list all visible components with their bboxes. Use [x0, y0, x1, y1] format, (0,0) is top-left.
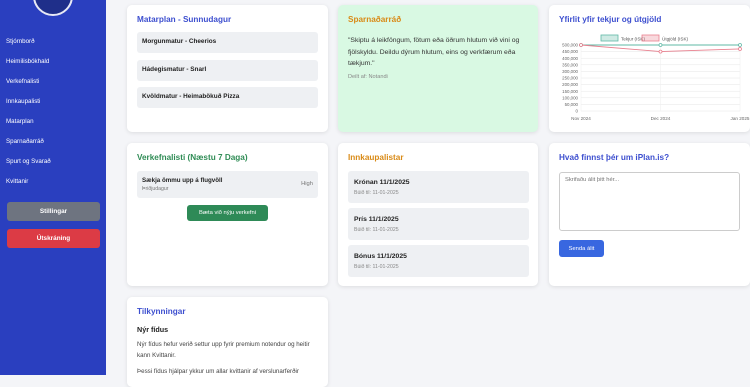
data-point — [738, 43, 742, 47]
shopping-lists-card: Innkaupalistar Krónan 11/1/2025 Búið til… — [338, 143, 538, 286]
send-feedback-button[interactable]: Senda álit — [559, 240, 604, 257]
income-expense-title: Yfirlit yfir tekjur og útgjöld — [559, 15, 662, 24]
feedback-input[interactable] — [559, 172, 740, 231]
sidebar-item-kvittanir[interactable]: Kvittanir — [6, 172, 51, 192]
data-point — [738, 47, 742, 51]
savings-tip-quote: "Skiptu á leikföngum, fötum eða öðrum hl… — [348, 37, 520, 67]
legend-swatch — [641, 34, 660, 42]
sidebar-item-spurt-og-svarad[interactable]: Spurt og Svarað — [6, 152, 51, 172]
meal-plan-title: Matarplan - Sunnudagur — [137, 15, 232, 24]
task-list-title: Verkefnalisti (Næstu 7 Daga) — [137, 153, 248, 162]
meal-item-breakfast: Morgunmatur - Cheerios — [137, 32, 318, 53]
savings-tip-title: Sparnaðarráð — [348, 15, 402, 24]
task-item-title: Sækja ömmu upp á flugvöll — [142, 177, 223, 184]
sidebar: Stjórnborð Heimilisbókhald Verkefnalisti… — [0, 0, 106, 375]
task-item[interactable]: Sækja ömmu upp á flugvöll Þriðjudagur Hi… — [137, 171, 318, 198]
shopping-list-item[interactable]: Prís 11/1/2025 Búið til: 11-01-2025 — [348, 208, 529, 240]
savings-tip-shared-by: Deilt af: Notandi — [348, 74, 388, 80]
income-expense-card: Yfirlit yfir tekjur og útgjöld Tekjur (I… — [549, 5, 750, 132]
y-tick-label: 250,000 — [562, 76, 578, 81]
task-list-card: Verkefnalisti (Næstu 7 Daga) Sækja ömmu … — [127, 143, 328, 286]
y-tick-label: 100,000 — [562, 95, 578, 100]
data-point — [658, 49, 663, 54]
feedback-card: Hvað finnst þér um iPlan.is? Senda álit — [549, 143, 750, 286]
x-tick-label: Dec 2024 — [651, 116, 671, 121]
legend-swatch — [600, 34, 619, 42]
shopping-list-name: Bónus 11/1/2025 — [354, 253, 407, 260]
savings-tip-card: Sparnaðarráð "Skiptu á leikföngum, fötum… — [338, 5, 538, 132]
y-tick-label: 300,000 — [562, 69, 578, 74]
sidebar-nav: Stjórnborð Heimilisbókhald Verkefnalisti… — [6, 32, 51, 192]
data-point — [579, 43, 583, 47]
meal-plan-card: Matarplan - Sunnudagur Morgunmatur - Che… — [127, 5, 328, 132]
data-point — [658, 43, 663, 47]
x-tick-label: Jan 2025 — [731, 116, 750, 121]
shopping-list-date: Búið til: 11-01-2025 — [354, 190, 399, 196]
shopping-lists-title: Innkaupalistar — [348, 153, 404, 162]
y-tick-label: 350,000 — [562, 62, 578, 67]
y-tick-label: 450,000 — [562, 49, 578, 54]
notification-subtitle: Nýr fídus — [137, 325, 169, 334]
y-tick-label: 50,000 — [565, 102, 579, 107]
settings-button[interactable]: Stillingar — [7, 202, 100, 221]
y-tick-label: 400,000 — [562, 56, 578, 61]
y-tick-label: 0 — [576, 109, 579, 114]
meal-item-dinner: Kvöldmatur - Heimabökuð Pizza — [137, 87, 318, 108]
avatar — [33, 0, 73, 16]
add-task-button[interactable]: Bæta við nýju verkefni — [187, 205, 268, 221]
logout-button[interactable]: Útskráning — [7, 229, 100, 248]
shopping-list-date: Búið til: 11-01-2025 — [354, 227, 399, 233]
sidebar-item-matarplan[interactable]: Matarplan — [6, 112, 51, 132]
task-item-day: Þriðjudagur — [142, 186, 169, 192]
y-tick-label: 200,000 — [562, 82, 578, 87]
legend-label: Útgjöld (ISK) — [662, 35, 689, 41]
task-item-priority: High — [301, 181, 313, 187]
sidebar-item-verkefnalisti[interactable]: Verkefnalisti — [6, 72, 51, 92]
sidebar-item-heimilisbokhald[interactable]: Heimilisbókhald — [6, 52, 51, 72]
shopping-list-name: Krónan 11/1/2025 — [354, 179, 410, 186]
notifications-title: Tilkynningar — [137, 307, 186, 316]
feedback-title: Hvað finnst þér um iPlan.is? — [559, 153, 670, 162]
y-tick-label: 150,000 — [562, 89, 578, 94]
sidebar-item-stjornbord[interactable]: Stjórnborð — [6, 32, 51, 52]
shopping-list-item[interactable]: Krónan 11/1/2025 Búið til: 11-01-2025 — [348, 171, 529, 203]
sidebar-item-sparnadarrad[interactable]: Sparnaðarráð — [6, 132, 51, 152]
notifications-card: Tilkynningar Nýr fídus Nýr fídus hefur v… — [127, 297, 328, 387]
shopping-list-item[interactable]: Bónus 11/1/2025 Búið til: 11-01-2025 — [348, 245, 529, 277]
sidebar-item-innkaupalisti[interactable]: Innkaupalisti — [6, 92, 51, 112]
meal-item-lunch: Hádegismatur - Snarl — [137, 60, 318, 81]
y-tick-label: 500,000 — [562, 43, 578, 48]
income-expense-chart: Tekjur (ISK) Útgjöld (ISK) 500,000450,000… — [562, 34, 750, 121]
x-tick-label: Nov 2024 — [571, 116, 591, 121]
shopping-list-name: Prís 11/1/2025 — [354, 216, 399, 223]
notification-body: Nýr fídus hefur verið settur upp fyrir p… — [137, 341, 310, 359]
shopping-list-date: Búið til: 11-01-2025 — [354, 264, 399, 270]
notification-body-more: Þessi fídus hjálpar ykkur um allar kvitt… — [137, 368, 299, 375]
